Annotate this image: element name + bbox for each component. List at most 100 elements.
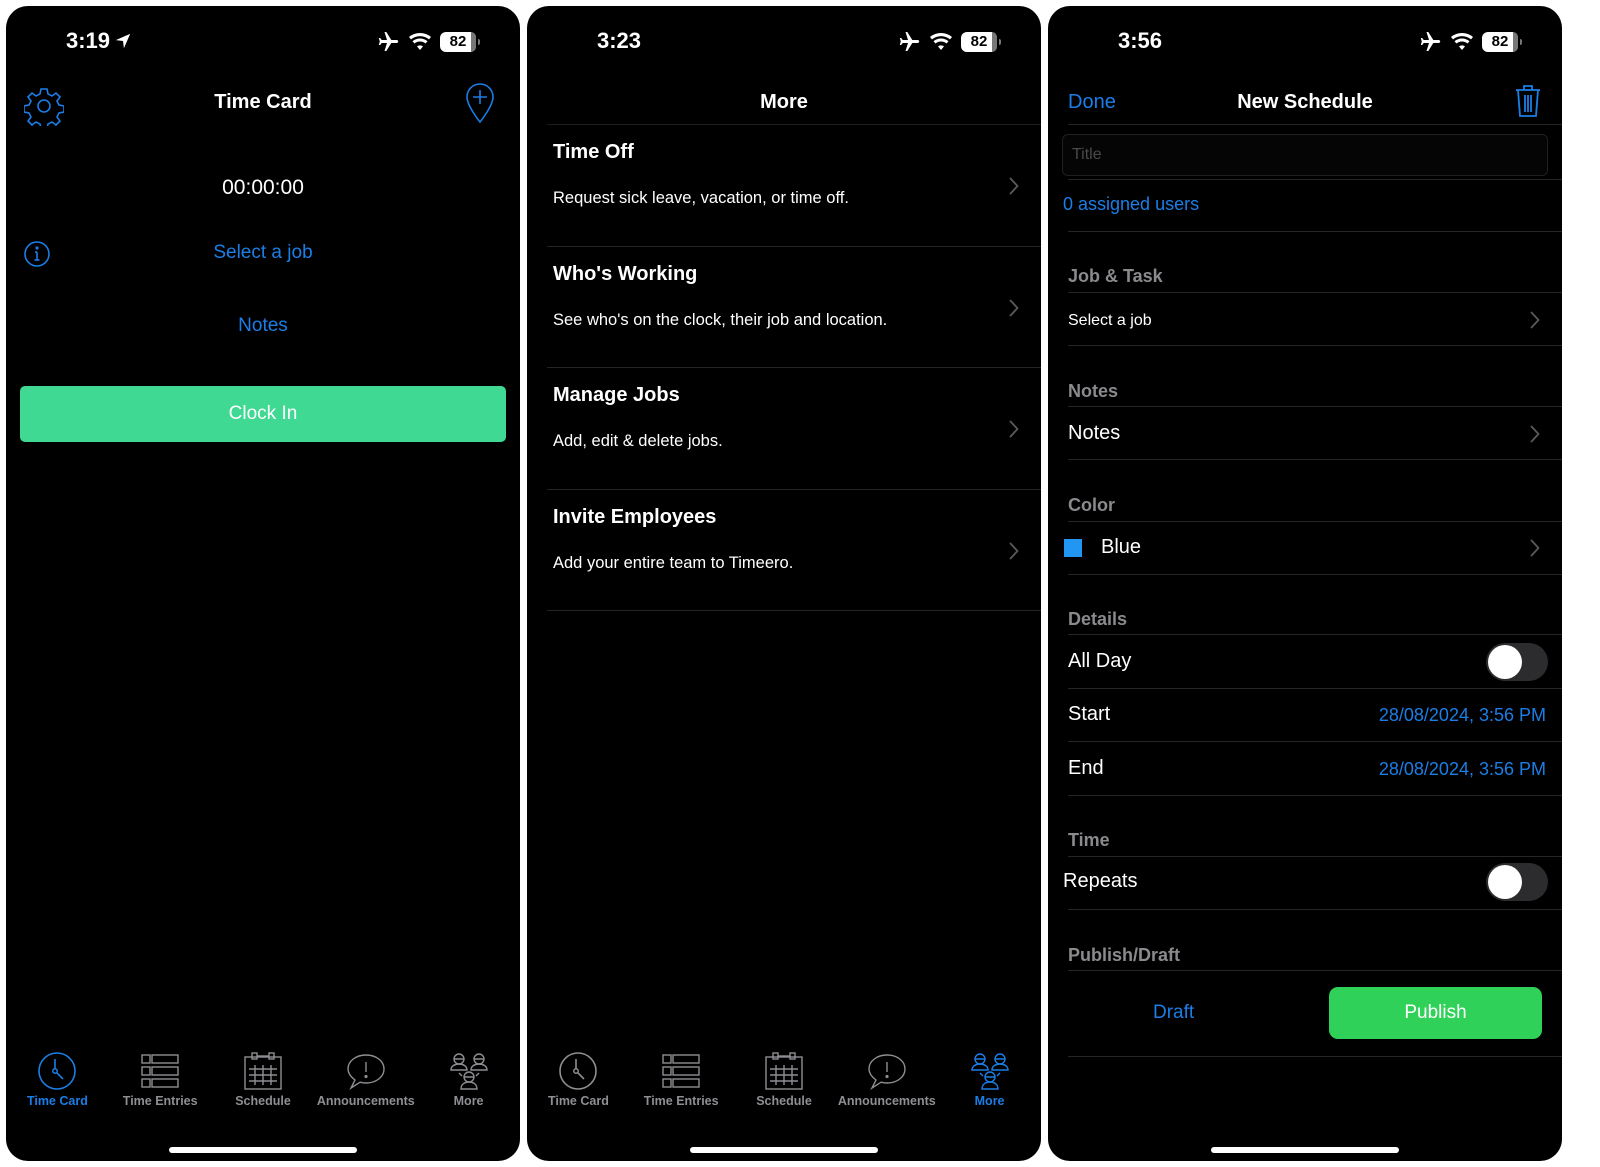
tab-label: Schedule (235, 1094, 291, 1108)
separator (1068, 292, 1562, 293)
wifi-icon (1450, 30, 1474, 54)
time-card-screen: 3:19 82 Time Card 00:00:00 Select a job … (6, 6, 520, 1161)
status-time-text: 3:56 (1118, 28, 1163, 53)
battery-icon: 82 (440, 32, 480, 52)
nav-bar: Time Card (6, 76, 520, 130)
menu-item-title: Manage Jobs (553, 384, 680, 406)
nav-bar: More (527, 76, 1041, 130)
calendar-icon (243, 1051, 283, 1091)
separator (1068, 1056, 1562, 1057)
wifi-icon (929, 30, 953, 54)
separator (1068, 179, 1562, 180)
notes-link[interactable]: Notes (6, 315, 520, 337)
tab-time-card[interactable]: Time Card (527, 1051, 630, 1121)
calendar-icon (764, 1051, 804, 1091)
add-location-icon[interactable] (464, 82, 496, 124)
toggle-knob (1488, 865, 1522, 899)
separator (1068, 634, 1562, 635)
separator (1068, 231, 1562, 232)
list-icon (661, 1051, 701, 1091)
status-icons: 82 (897, 30, 1001, 54)
repeats-toggle[interactable] (1486, 863, 1548, 901)
more-menu-list: Time Off Request sick leave, vacation, o… (547, 124, 1041, 611)
tab-schedule[interactable]: Schedule (212, 1051, 315, 1121)
chevron-right-icon (1009, 420, 1019, 438)
section-header-details: Details (1068, 609, 1128, 629)
color-swatch (1064, 539, 1082, 557)
separator (1068, 345, 1562, 346)
tab-schedule[interactable]: Schedule (733, 1051, 836, 1121)
airplane-mode-icon (376, 30, 400, 54)
home-indicator[interactable] (1211, 1147, 1399, 1153)
speech-bubble-icon (346, 1051, 386, 1091)
all-day-toggle[interactable] (1486, 643, 1548, 681)
battery-level: 82 (970, 33, 988, 50)
start-label: Start (1068, 703, 1111, 725)
tab-time-entries[interactable]: Time Entries (630, 1051, 733, 1121)
separator (1068, 574, 1562, 575)
chevron-right-icon (1009, 177, 1019, 195)
status-icons: 82 (376, 30, 480, 54)
tab-bar: Time Card Time Entries Schedule Announce… (6, 1051, 520, 1121)
airplane-mode-icon (897, 30, 921, 54)
separator (1068, 688, 1562, 689)
separator (1068, 741, 1562, 742)
publish-button[interactable]: Publish (1329, 987, 1542, 1039)
section-header-color: Color (1068, 495, 1115, 515)
clock-icon (37, 1051, 77, 1091)
tab-time-entries[interactable]: Time Entries (109, 1051, 212, 1121)
trash-icon[interactable] (1514, 82, 1542, 118)
tab-bar: Time Card Time Entries Schedule Announce… (527, 1051, 1041, 1121)
tab-label: More (974, 1094, 1005, 1108)
status-bar: 3:23 82 (527, 6, 1041, 76)
menu-item-description: See who's on the clock, their job and lo… (553, 310, 888, 329)
chevron-right-icon (1009, 299, 1019, 317)
tab-label: Time Entries (643, 1094, 719, 1108)
section-header-time: Time (1068, 830, 1110, 850)
menu-item-description: Add, edit & delete jobs. (553, 432, 723, 450)
list-icon (140, 1051, 180, 1091)
tab-label: Announcements (837, 1094, 936, 1108)
assigned-users-link[interactable]: 0 assigned users (1063, 194, 1199, 215)
end-date-value[interactable]: 28/08/2024, 3:56 PM (1379, 759, 1546, 780)
speech-bubble-icon (867, 1051, 907, 1091)
airplane-mode-icon (1418, 30, 1442, 54)
draft-button[interactable]: Draft (1153, 1002, 1194, 1024)
page-title: Time Card (214, 91, 312, 113)
tab-time-card[interactable]: Time Card (6, 1051, 109, 1121)
start-date-value[interactable]: 28/08/2024, 3:56 PM (1379, 705, 1546, 726)
wifi-icon (408, 30, 432, 54)
tab-label: Time Card (26, 1094, 88, 1108)
home-indicator[interactable] (169, 1147, 357, 1153)
chevron-right-icon (1530, 311, 1540, 329)
toggle-knob (1488, 645, 1522, 679)
status-bar: 3:19 82 (6, 6, 520, 76)
home-indicator[interactable] (690, 1147, 878, 1153)
separator (1068, 406, 1562, 407)
separator (1068, 459, 1562, 460)
select-job-link[interactable]: Select a job (6, 242, 520, 264)
clock-icon (558, 1051, 598, 1091)
battery-level: 82 (1491, 33, 1509, 50)
new-schedule-screen: 3:56 82 Done New Schedule 0 assigned use… (1048, 6, 1562, 1161)
separator (1068, 909, 1562, 910)
title-input[interactable] (1062, 134, 1548, 176)
clock-in-button[interactable]: Clock In (20, 386, 506, 442)
menu-item-description: Request sick leave, vacation, or time of… (553, 189, 849, 207)
tab-announcements[interactable]: Announcements (314, 1051, 417, 1121)
tab-more[interactable]: More (417, 1051, 520, 1121)
tab-more[interactable]: More (938, 1051, 1041, 1121)
people-icon (449, 1051, 489, 1091)
menu-item-time-off[interactable]: Time Off Request sick leave, vacation, o… (547, 125, 1041, 247)
status-time: 3:56 (1118, 28, 1162, 54)
separator (1068, 795, 1562, 796)
menu-item-whos-working[interactable]: Who's Working See who's on the clock, th… (547, 247, 1041, 368)
tab-announcements[interactable]: Announcements (835, 1051, 938, 1121)
menu-item-title: Who's Working (553, 262, 698, 285)
status-time: 3:19 (66, 28, 132, 54)
repeats-label: Repeats (1063, 870, 1138, 892)
chevron-right-icon (1530, 425, 1540, 443)
menu-item-manage-jobs[interactable]: Manage Jobs Add, edit & delete jobs. (547, 368, 1041, 490)
people-icon (970, 1051, 1010, 1091)
menu-item-invite-employees[interactable]: Invite Employees Add your entire team to… (547, 490, 1041, 611)
